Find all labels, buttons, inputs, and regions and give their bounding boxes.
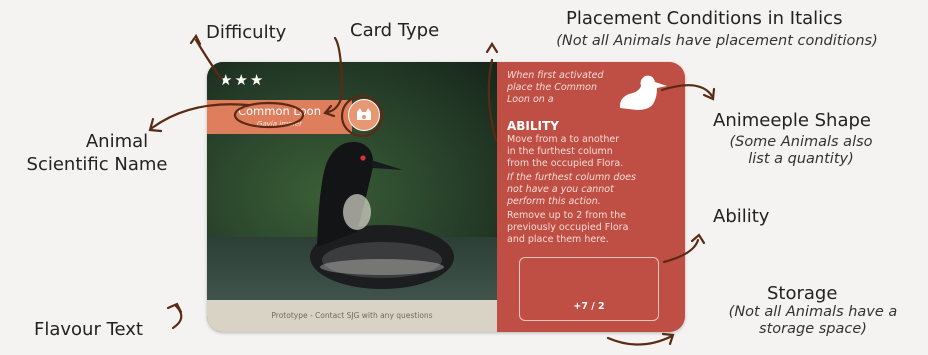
difficulty-arrow <box>194 38 224 82</box>
placement-arrow <box>487 58 498 142</box>
ability-arrow <box>662 238 700 264</box>
name-highlight-ellipse <box>233 101 305 129</box>
annotation-arrows <box>148 33 716 346</box>
scientific-name-arrow <box>150 103 250 130</box>
storage-arrow <box>606 334 674 346</box>
card-type-highlight-circle <box>340 94 384 138</box>
card-type-arrow <box>326 36 344 114</box>
